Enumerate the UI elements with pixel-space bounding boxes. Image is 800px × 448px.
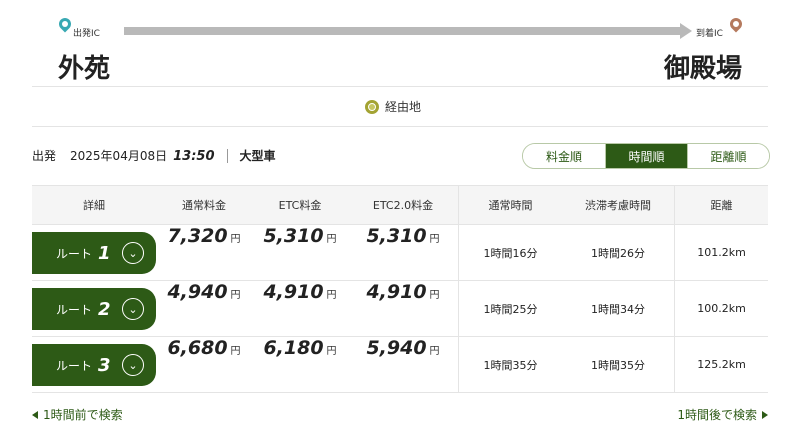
yen-unit: 円 (429, 290, 440, 301)
congestion-time: 1時間34分 (591, 302, 645, 316)
search-next-hour-link[interactable]: 1時間後で検索 (677, 406, 768, 423)
etc2-fee-value: 5,310 (366, 225, 427, 247)
route-cell: ルート 1 ⌄ (32, 225, 156, 281)
normal-fee: 7,320 円 (156, 225, 252, 280)
header-normal-fee: 通常料金 (182, 199, 226, 212)
normal-fee-value: 4,940 (167, 281, 228, 303)
yen-unit: 円 (326, 290, 337, 301)
etc2-fee-value: 5,940 (366, 337, 427, 359)
route-number: 1 (98, 242, 111, 264)
sort-toggle: 料金順 時間順 距離順 (522, 143, 770, 169)
route-prefix: ルート (56, 358, 93, 373)
normal-fee: 6,680 円 (156, 337, 252, 392)
normal-fee: 4,940 円 (156, 281, 252, 336)
table-row: ルート 2 ⌄ 4,940 円 4,910 円 4,910 円 1時間25分 1時間3… (32, 281, 768, 337)
departure-date: 2025年04月08日 (70, 149, 168, 163)
sort-by-time-button[interactable]: 時間順 (605, 144, 687, 168)
waypoint[interactable]: 経由地 (365, 98, 421, 115)
sort-by-fee-button[interactable]: 料金順 (523, 144, 605, 168)
triangle-left-icon (32, 410, 38, 419)
yen-unit: 円 (230, 290, 241, 301)
end-pin-icon (727, 15, 745, 33)
sort-by-distance-button[interactable]: 距離順 (687, 144, 769, 168)
route-number: 3 (98, 354, 111, 376)
start-pin-icon (56, 15, 74, 33)
distance: 101.2km (674, 225, 768, 280)
results-table: 詳細 通常料金 ETC料金 ETC2.0料金 通常時間 渋滞考慮時間 距離 ルー… (32, 185, 768, 393)
etc2-fee: 5,940 円 (348, 337, 458, 392)
end-city: 御殿場 (663, 54, 742, 84)
congestion-time: 1時間35分 (591, 358, 645, 372)
yen-unit: 円 (230, 346, 241, 357)
route-cell: ルート 3 ⌄ (32, 337, 156, 393)
end-ic-label: 到着IC (696, 29, 723, 39)
route-1-button[interactable]: ルート 1 ⌄ (32, 232, 156, 274)
etc-fee-value: 6,180 (263, 337, 324, 359)
header-etc-fee: ETC料金 (278, 199, 322, 212)
normal-fee-value: 7,320 (167, 225, 228, 247)
table-header: 詳細 通常料金 ETC料金 ETC2.0料金 通常時間 渋滞考慮時間 距離 (32, 185, 768, 225)
search-prev-hour-link[interactable]: 1時間前で検索 (32, 406, 123, 423)
route-arrow-icon (680, 23, 692, 39)
start-city: 外苑 (58, 54, 111, 84)
etc-fee: 6,180 円 (252, 337, 348, 392)
header-etc2-fee: ETC2.0料金 (372, 199, 434, 212)
search-conditions: 出発 2025年04月08日 13:50 大型車 (32, 147, 276, 164)
table-row: ルート 1 ⌄ 7,320 円 5,310 円 5,310 円 1時間16分 1時間2… (32, 225, 768, 281)
start-ic-label: 出発IC (73, 29, 100, 39)
divider (32, 126, 768, 127)
yen-unit: 円 (326, 346, 337, 357)
departure-label: 出発 (32, 149, 57, 163)
yen-unit: 円 (230, 234, 241, 245)
header-normal-time: 通常時間 (458, 186, 562, 224)
distance: 100.2km (674, 281, 768, 336)
etc-fee-value: 5,310 (263, 225, 324, 247)
etc-fee: 5,310 円 (252, 225, 348, 280)
yen-unit: 円 (429, 234, 440, 245)
normal-time: 1時間35分 (458, 337, 562, 392)
chevron-down-icon: ⌄ (122, 354, 144, 376)
congestion-time: 1時間26分 (591, 246, 645, 260)
route-number: 2 (98, 298, 111, 320)
departure-time: 13:50 (173, 149, 215, 164)
header-distance: 距離 (674, 186, 768, 224)
normal-fee-value: 6,680 (167, 337, 228, 359)
route-cell: ルート 2 ⌄ (32, 281, 156, 337)
waypoint-label: 経由地 (385, 100, 422, 114)
divider (32, 86, 768, 87)
route-line (124, 27, 682, 35)
route-prefix: ルート (56, 302, 93, 317)
normal-time: 1時間25分 (458, 281, 562, 336)
yen-unit: 円 (326, 234, 337, 245)
etc2-fee: 4,910 円 (348, 281, 458, 336)
chevron-down-icon: ⌄ (122, 242, 144, 264)
search-prev-hour-label: 1時間前で検索 (43, 408, 123, 422)
vehicle-type: 大型車 (239, 149, 276, 163)
etc-fee-value: 4,910 (263, 281, 324, 303)
etc2-fee-value: 4,910 (366, 281, 427, 303)
triangle-right-icon (762, 410, 768, 419)
chevron-down-icon: ⌄ (122, 298, 144, 320)
yen-unit: 円 (429, 346, 440, 357)
header-detail: 詳細 (83, 199, 105, 212)
route-prefix: ルート (56, 246, 93, 261)
table-row: ルート 3 ⌄ 6,680 円 6,180 円 5,940 円 1時間35分 1時間3… (32, 337, 768, 393)
separator (226, 148, 228, 163)
route-3-button[interactable]: ルート 3 ⌄ (32, 344, 156, 386)
distance: 125.2km (674, 337, 768, 392)
waypoint-icon (365, 99, 379, 114)
route-2-button[interactable]: ルート 2 ⌄ (32, 288, 156, 330)
normal-time: 1時間16分 (458, 225, 562, 280)
header-congestion-time: 渋滞考慮時間 (585, 199, 651, 212)
search-next-hour-label: 1時間後で検索 (677, 408, 757, 422)
etc2-fee: 5,310 円 (348, 225, 458, 280)
etc-fee: 4,910 円 (252, 281, 348, 336)
